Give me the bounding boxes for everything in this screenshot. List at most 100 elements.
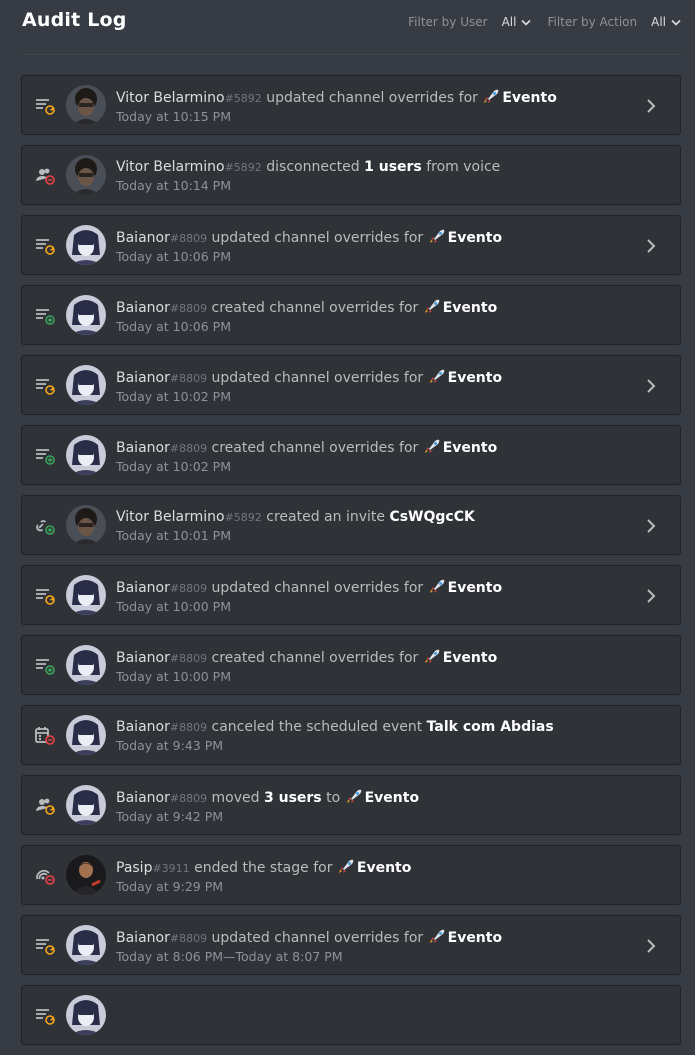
entry-summary: Pasip#3911 ended the stage for Evento [116,858,640,878]
entry-timestamp: Today at 10:06 PM [116,249,231,264]
filter-action-dropdown[interactable]: All [651,15,681,29]
avatar[interactable] [66,365,106,405]
entry-target: Evento [423,439,497,456]
entry-target: Evento [428,229,503,246]
avatar[interactable] [66,575,106,615]
rocket-icon [429,929,444,943]
entry-suffix: to [326,790,341,806]
audit-log-entry[interactable]: Vitor Belarmino#5892 created an invite C… [21,495,681,555]
entry-action: updated channel overrides for [266,90,478,106]
entry-action: updated channel overrides for [211,930,424,946]
entry-discriminator: #8809 [169,582,208,595]
entry-text: Baianor#8809 updated channel overrides f… [116,228,640,264]
entry-timestamp: Today at 8:06 PM—Today at 8:07 PM [116,949,343,964]
audit-log-entry[interactable]: Vitor Belarmino#5892 updated channel ove… [21,75,681,135]
avatar[interactable] [66,785,106,825]
audit-log-entry: Baianor#8809 moved 3 users to Evento Toda… [21,775,681,835]
entry-target-label: Evento [447,230,503,246]
entry-username[interactable]: Vitor Belarmino [116,90,225,106]
entry-target-label: 3 users [263,790,322,806]
avatar[interactable] [66,925,106,965]
entry-timestamp: Today at 10:06 PM [116,319,231,334]
entry-action: disconnected [266,159,360,175]
entry-text: Vitor Belarmino#5892 updated channel ove… [116,88,640,124]
avatar[interactable] [66,715,106,755]
entry-username[interactable]: Baianor [116,790,170,806]
rocket-icon [424,439,440,453]
entry-suffix: from voice [426,159,501,175]
rocket-icon [429,369,444,383]
entry-username[interactable]: Baianor [116,650,170,666]
chevron-right-icon[interactable] [646,98,656,114]
rocket-icon [429,229,444,243]
entry-username[interactable]: Pasip [116,860,152,876]
entry-discriminator: #3911 [152,862,190,875]
audit-log-entry[interactable]: Baianor#8809 updated channel overrides f… [21,215,681,275]
entry-target: Evento [428,579,502,596]
entry-summary: Baianor#8809 updated channel overrides f… [116,368,640,388]
audit-log-entry: Vitor Belarmino#5892 disconnected 1 user… [21,145,681,205]
entry-summary: Vitor Belarmino#5892 updated channel ove… [116,88,640,108]
chevron-right-icon[interactable] [646,588,656,604]
avatar[interactable] [66,995,106,1035]
avatar[interactable] [66,85,106,125]
audit-log-entry[interactable]: Baianor#8809 updated channel overrides f… [21,565,681,625]
avatar[interactable] [66,295,106,335]
entry-action: created channel overrides for [211,650,419,666]
entry-target-label: Talk com Abdias [426,719,554,735]
audit-log-entry[interactable]: Baianor#8809 updated channel overrides f… [21,355,681,415]
entry-username[interactable]: Baianor [116,580,170,596]
chevron-right-icon[interactable] [646,378,656,394]
entry-username[interactable]: Vitor Belarmino [116,159,225,175]
entry-text: Baianor#8809 updated channel overrides f… [116,928,640,964]
channel-update-icon [36,379,55,395]
channel-update-icon [36,589,55,605]
entry-target: Evento [482,89,557,106]
entry-username[interactable]: Baianor [116,370,170,386]
entry-timestamp: Today at 10:15 PM [116,109,231,124]
rocket-icon [338,859,354,873]
entry-username[interactable]: Baianor [116,440,170,456]
rocket-icon [424,299,440,313]
chevron-right-icon[interactable] [646,518,656,534]
entry-action: created channel overrides for [211,300,419,316]
entry-text: Baianor#8809 moved 3 users to Evento Toda… [116,788,640,824]
entry-summary: Baianor#8809 created channel overrides f… [116,648,640,668]
entry-action: ended the stage for [194,860,333,876]
member-disconnect-icon [36,168,55,185]
entry-discriminator: #8809 [169,442,208,455]
avatar[interactable] [66,435,106,475]
avatar[interactable] [66,155,106,195]
entry-username[interactable]: Baianor [116,930,170,946]
avatar[interactable] [66,225,106,265]
entry-action: updated channel overrides for [211,230,424,246]
entry-text: Vitor Belarmino#5892 disconnected 1 user… [116,158,640,193]
entry-discriminator: #8809 [169,302,208,315]
filter-user-value: All [501,15,517,29]
filter-user-dropdown[interactable]: All [502,15,532,29]
filter-user-label: Filter by User [408,15,488,29]
chevron-right-icon[interactable] [646,938,656,954]
audit-log-entry[interactable]: Baianor#8809 updated channel overrides f… [21,915,681,975]
entry-username[interactable]: Vitor Belarmino [116,509,225,525]
chevron-right-icon[interactable] [646,238,656,254]
entry-summary: Baianor#8809 moved 3 users to Evento [116,788,640,808]
avatar[interactable] [66,505,106,545]
rocket-icon [424,649,440,663]
avatar[interactable] [66,855,106,895]
entry-timestamp: Today at 9:43 PM [116,738,224,753]
entry-discriminator: #8809 [169,372,208,385]
entry-timestamp: Today at 10:00 PM [116,599,231,614]
member-move-icon [36,798,55,815]
entry-username[interactable]: Baianor [116,300,170,316]
entry-username[interactable]: Baianor [116,719,170,735]
entry-timestamp: Today at 9:29 PM [116,879,224,894]
entry-target-label: Evento [502,90,557,106]
entry-target-label: CsWQgcCK [389,509,475,525]
entry-action: moved [211,790,260,806]
entry-action: updated channel overrides for [211,580,424,596]
event-cancel-icon [35,727,55,745]
entry-username[interactable]: Baianor [116,230,170,246]
entry-target: Evento [337,859,411,876]
avatar[interactable] [66,645,106,685]
